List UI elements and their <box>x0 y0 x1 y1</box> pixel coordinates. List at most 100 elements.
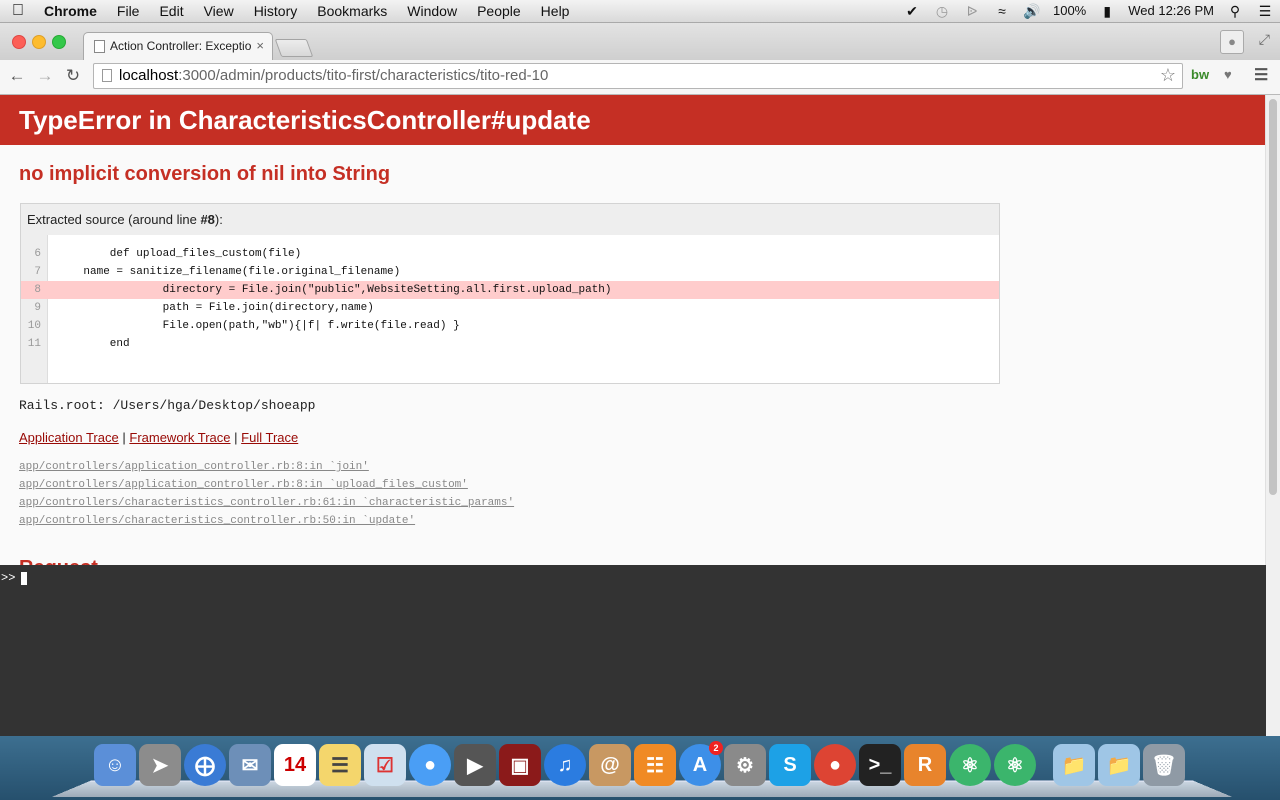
code-text: def upload_files_custom(file) <box>57 248 302 260</box>
scrollbar-thumb[interactable] <box>1269 99 1277 495</box>
trace-list: app/controllers/application_controller.r… <box>19 458 514 530</box>
menu-people[interactable]: People <box>467 0 531 22</box>
terminal-icon[interactable]: >_ <box>859 744 901 786</box>
window-minimize-button[interactable] <box>32 35 46 49</box>
menu-file[interactable]: File <box>107 0 150 22</box>
menu-help[interactable]: Help <box>531 0 580 22</box>
wifi-icon[interactable]: ≈ <box>987 0 1017 22</box>
line-number: 10 <box>27 320 41 332</box>
menu-bookmarks[interactable]: Bookmarks <box>307 0 397 22</box>
ibooks-icon[interactable]: ☷ <box>634 744 676 786</box>
menu-bar:  Chrome File Edit View History Bookmark… <box>0 0 1280 23</box>
app-store-icon[interactable]: A2 <box>679 741 723 786</box>
trace-item[interactable]: app/controllers/application_controller.r… <box>19 476 514 494</box>
tab-close-icon[interactable]: × <box>256 38 264 53</box>
calendar-icon[interactable]: 14 <box>274 744 316 786</box>
window-close-button[interactable] <box>12 35 26 49</box>
notification-center-icon[interactable]: ☰ <box>1250 0 1280 22</box>
framework-trace-link[interactable]: Framework Trace <box>129 430 230 445</box>
photo-booth-icon[interactable]: ▣ <box>499 744 541 786</box>
battery-percent[interactable]: 100% <box>1047 0 1092 22</box>
web-console[interactable]: >> <box>0 565 1266 736</box>
menu-view[interactable]: View <box>194 0 244 22</box>
battery-icon[interactable]: ▮ <box>1092 0 1122 22</box>
dock: ☺ ➤ ⨁ ✉ 14 ☰ ☑ ● ▶ ▣ ♫ @ ☷ A2 ⚙ S ● >_ R… <box>94 741 1188 790</box>
application-trace-link[interactable]: Application Trace <box>19 430 119 445</box>
page-scrollbar[interactable] <box>1265 95 1280 736</box>
launchpad-icon[interactable]: ➤ <box>139 744 181 786</box>
chrome-menu-icon[interactable]: ☰ <box>1254 65 1268 85</box>
tab-active[interactable]: Action Controller: Exceptio × <box>83 32 273 60</box>
extracted-source: Extracted source (around line #8): 6 def… <box>20 203 1000 384</box>
code-line: 10 File.open(path,"wb"){|f| f.write(file… <box>21 317 999 335</box>
error-message: no implicit conversion of nil into Strin… <box>19 163 391 185</box>
reminders-icon[interactable]: ☑ <box>364 744 406 786</box>
atom-icon[interactable]: ⚛ <box>949 744 991 786</box>
facetime-icon[interactable]: ▶ <box>454 744 496 786</box>
trash-icon[interactable]: 🗑 <box>1143 744 1185 786</box>
apple-menu-icon[interactable]:  <box>0 2 36 20</box>
applications-folder-icon[interactable]: 📁 <box>1053 744 1095 786</box>
menu-window[interactable]: Window <box>397 0 467 22</box>
browser-window: Action Controller: Exceptio × ● ⤢ ← → ↻ … <box>0 23 1280 736</box>
chrome-icon[interactable]: ● <box>814 744 856 786</box>
trace-item[interactable]: app/controllers/characteristics_controll… <box>19 512 514 530</box>
error-title: TypeError in CharacteristicsController#u… <box>19 105 591 135</box>
new-tab-button[interactable] <box>274 39 314 57</box>
back-arrow-icon[interactable]: ← <box>6 66 28 86</box>
address-url[interactable]: localhost:3000/admin/products/tito-first… <box>119 67 548 84</box>
menu-edit[interactable]: Edit <box>149 0 193 22</box>
skype-icon[interactable]: S <box>769 744 811 786</box>
time-machine-icon[interactable]: ◷ <box>927 0 957 22</box>
source-header: Extracted source (around line #8): <box>21 204 999 235</box>
line-number: 8 <box>34 284 41 296</box>
window-zoom-button[interactable] <box>52 35 66 49</box>
console-cursor[interactable] <box>21 572 27 585</box>
notes-icon[interactable]: ☰ <box>319 744 361 786</box>
source-header-line: #8 <box>200 212 215 227</box>
atom-icon-2[interactable]: ⚛ <box>994 744 1036 786</box>
source-header-prefix: Extracted source (around line <box>27 212 201 227</box>
code-text: File.open(path,"wb"){|f| f.write(file.re… <box>57 320 460 332</box>
code-text: path = File.join(directory,name) <box>57 302 374 314</box>
system-preferences-icon[interactable]: ⚙ <box>724 744 766 786</box>
trace-item[interactable]: app/controllers/application_controller.r… <box>19 458 514 476</box>
line-number: 6 <box>34 248 41 260</box>
rails-root: Rails.root: /Users/hga/Desktop/shoeapp <box>19 398 316 413</box>
volume-icon[interactable]: 🔊 <box>1017 0 1047 22</box>
page-info-icon[interactable] <box>102 69 112 82</box>
reload-icon[interactable]: ↻ <box>62 66 84 86</box>
documents-folder-icon[interactable]: 📁 <box>1098 744 1140 786</box>
mail-icon[interactable]: ✉ <box>229 744 271 786</box>
code-box: 6 def upload_files_custom(file) 7 name =… <box>21 235 999 383</box>
rubymine-icon[interactable]: R <box>904 744 946 786</box>
itunes-icon[interactable]: ♫ <box>544 744 586 786</box>
full-trace-link[interactable]: Full Trace <box>241 430 298 445</box>
code-text: directory = File.join("public",WebsiteSe… <box>57 284 612 296</box>
line-number: 9 <box>34 302 41 314</box>
fullscreen-icon[interactable]: ⤢ <box>1259 31 1270 48</box>
trace-separator: | <box>234 430 238 445</box>
request-heading: Request <box>19 557 98 565</box>
shield-check-icon[interactable]: ✔ <box>897 0 927 22</box>
profile-avatar-icon[interactable]: ● <box>1220 30 1244 54</box>
spotlight-search-icon[interactable]: ⚲ <box>1220 0 1250 22</box>
menu-app-name[interactable]: Chrome <box>36 0 107 22</box>
contacts-icon[interactable]: @ <box>589 744 631 786</box>
error-header: TypeError in CharacteristicsController#u… <box>0 95 1266 145</box>
code-text: end <box>57 338 130 350</box>
trace-item[interactable]: app/controllers/characteristics_controll… <box>19 494 514 512</box>
finder-icon[interactable]: ☺ <box>94 744 136 786</box>
menu-history[interactable]: History <box>244 0 308 22</box>
forward-arrow-icon[interactable]: → <box>34 66 56 86</box>
menu-clock[interactable]: Wed 12:26 PM <box>1122 0 1220 22</box>
address-bar[interactable]: localhost:3000/admin/products/tito-first… <box>93 63 1183 89</box>
bookmark-star-icon[interactable]: ☆ <box>1160 65 1176 86</box>
url-host: localhost <box>119 67 179 84</box>
extension-bw-icon[interactable]: bw <box>1191 67 1209 82</box>
bluetooth-icon[interactable]: ᐉ <box>957 0 987 22</box>
messages-icon[interactable]: ● <box>409 744 451 786</box>
extension-heart-icon[interactable]: ♥ <box>1224 67 1232 82</box>
safari-icon[interactable]: ⨁ <box>184 744 226 786</box>
code-line: 11 end <box>21 335 999 353</box>
